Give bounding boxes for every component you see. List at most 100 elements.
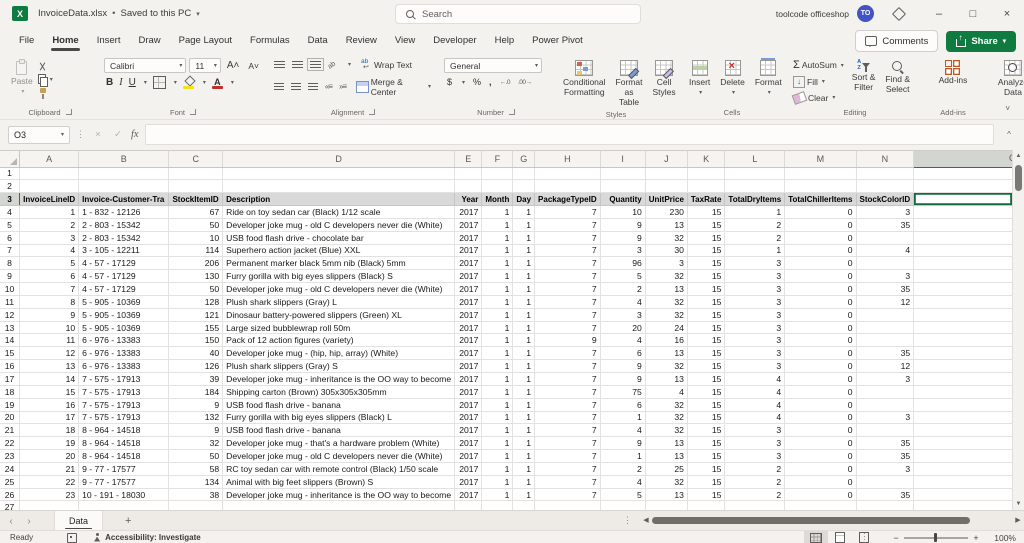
cell[interactable]: 2 — [600, 462, 645, 475]
cell[interactable]: Animal with big feet slippers (Brown) S — [223, 475, 455, 488]
cell[interactable]: 15 — [687, 218, 725, 231]
cell[interactable]: 32 — [645, 411, 687, 424]
cell[interactable]: Developer joke mug - that's a hardware p… — [223, 437, 455, 450]
format-as-table-button[interactable]: Format as Table — [611, 58, 648, 109]
cell[interactable]: 1 — [513, 385, 535, 398]
cell[interactable]: 15 — [687, 308, 725, 321]
cell[interactable]: 1 — [482, 283, 513, 296]
cell[interactable]: 32 — [645, 398, 687, 411]
cell[interactable]: 8 - 964 - 14518 — [79, 450, 169, 463]
cell[interactable]: 8 - 964 - 14518 — [79, 437, 169, 450]
cell[interactable]: 8 — [20, 295, 79, 308]
minimize-button[interactable]: – — [922, 0, 956, 27]
cell[interactable]: 7 - 575 - 17913 — [79, 385, 169, 398]
cell[interactable]: 15 — [687, 475, 725, 488]
cell[interactable]: 1 — [20, 206, 79, 219]
cell[interactable]: 7 — [535, 295, 601, 308]
cell[interactable]: 5 - 905 - 10369 — [79, 308, 169, 321]
cell[interactable]: 0 — [785, 462, 856, 475]
select-all-corner[interactable] — [0, 151, 20, 167]
cell[interactable]: 2 — [725, 218, 785, 231]
delete-cells-button[interactable]: Delete ▾ — [715, 58, 750, 99]
cell[interactable]: 1 — [513, 437, 535, 450]
cell[interactable]: 2017 — [455, 450, 482, 463]
cell[interactable] — [20, 180, 79, 193]
cell[interactable]: 4 - 57 - 17129 — [79, 283, 169, 296]
find-select-button[interactable]: Find & Select — [880, 58, 915, 97]
row-header-25[interactable]: 25 — [0, 475, 20, 488]
cell[interactable]: Superhero action jacket (Blue) XXL — [223, 244, 455, 257]
cell[interactable]: 1 — [513, 334, 535, 347]
cell[interactable]: 50 — [169, 450, 223, 463]
cell[interactable]: 4 — [725, 411, 785, 424]
cell[interactable]: 0 — [785, 231, 856, 244]
borders-icon[interactable] — [153, 76, 166, 89]
cell[interactable]: 1 — [482, 488, 513, 501]
cell[interactable]: 3 — [725, 437, 785, 450]
cell[interactable]: 7 — [535, 475, 601, 488]
cell[interactable]: 2017 — [455, 218, 482, 231]
cell[interactable]: Pack of 12 action figures (variety) — [223, 334, 455, 347]
cell[interactable]: 0 — [785, 360, 856, 373]
formula-input[interactable] — [145, 124, 994, 145]
cell[interactable] — [169, 180, 223, 193]
cell[interactable]: 15 — [687, 283, 725, 296]
header-cell-TotalChillerItems[interactable]: TotalChillerItems — [785, 193, 856, 206]
cell[interactable]: 1 — [482, 295, 513, 308]
cell[interactable]: 1 — [600, 450, 645, 463]
accessibility-status[interactable]: Accessibility: Investigate — [105, 533, 201, 542]
cell[interactable]: 9 — [169, 424, 223, 437]
scroll-left-icon[interactable]: ◀ — [640, 516, 652, 524]
column-header-G[interactable]: G — [513, 151, 535, 167]
scroll-right-icon[interactable]: ▶ — [1012, 516, 1024, 524]
copy-icon[interactable] — [38, 74, 48, 85]
header-cell-TotalDryItems[interactable]: TotalDryItems — [725, 193, 785, 206]
cell[interactable]: 9 — [600, 218, 645, 231]
cell[interactable]: 126 — [169, 360, 223, 373]
cell[interactable]: 9 — [600, 360, 645, 373]
row-header-5[interactable]: 5 — [0, 218, 20, 231]
cell[interactable]: 67 — [169, 206, 223, 219]
cell[interactable]: 15 — [687, 347, 725, 360]
cut-icon[interactable] — [38, 61, 48, 71]
insert-function-icon[interactable]: fx — [131, 129, 139, 140]
cell[interactable]: 2017 — [455, 398, 482, 411]
cell[interactable]: 2017 — [455, 424, 482, 437]
cell[interactable]: 1 — [482, 462, 513, 475]
cell[interactable]: 1 — [513, 373, 535, 386]
cell[interactable]: Developer joke mug - old C developers ne… — [223, 218, 455, 231]
cell[interactable]: 5 — [20, 257, 79, 270]
cell[interactable]: 7 — [535, 283, 601, 296]
cell[interactable]: 6 — [600, 347, 645, 360]
cell[interactable]: 1 — [725, 206, 785, 219]
cell[interactable]: 9 — [600, 437, 645, 450]
cell[interactable]: Shipping carton (Brown) 305x305x305mm — [223, 385, 455, 398]
cell[interactable] — [856, 308, 914, 321]
cell[interactable] — [914, 424, 1013, 437]
row-header-16[interactable]: 16 — [0, 360, 20, 373]
cell[interactable]: 2017 — [455, 334, 482, 347]
number-format-select[interactable]: General▾ — [444, 58, 542, 73]
cell[interactable]: 7 — [535, 360, 601, 373]
premium-diamond-icon[interactable] — [892, 6, 906, 20]
cell[interactable]: 3 — [725, 450, 785, 463]
cell[interactable]: 1 — [513, 411, 535, 424]
cell[interactable]: 13 — [645, 283, 687, 296]
cell[interactable]: 32 — [645, 360, 687, 373]
row-header-24[interactable]: 24 — [0, 462, 20, 475]
cell[interactable]: 7 — [535, 206, 601, 219]
cell[interactable]: 4 — [725, 373, 785, 386]
header-cell-StockColorID[interactable]: StockColorID — [856, 193, 914, 206]
cell[interactable] — [914, 167, 1013, 180]
cell[interactable] — [785, 180, 856, 193]
header-cell-InvoiceLineID[interactable]: InvoiceLineID — [20, 193, 79, 206]
horizontal-scroll-thumb[interactable] — [652, 517, 970, 524]
cell[interactable]: 0 — [785, 295, 856, 308]
column-header-F[interactable]: F — [482, 151, 513, 167]
cell[interactable] — [914, 398, 1013, 411]
cell[interactable]: 3 — [725, 295, 785, 308]
normal-view-button[interactable] — [804, 531, 828, 543]
merge-center-button[interactable]: Merge & Center▾ — [353, 75, 434, 98]
cell[interactable]: 6 - 976 - 13383 — [79, 347, 169, 360]
tab-view[interactable]: View — [386, 29, 424, 53]
